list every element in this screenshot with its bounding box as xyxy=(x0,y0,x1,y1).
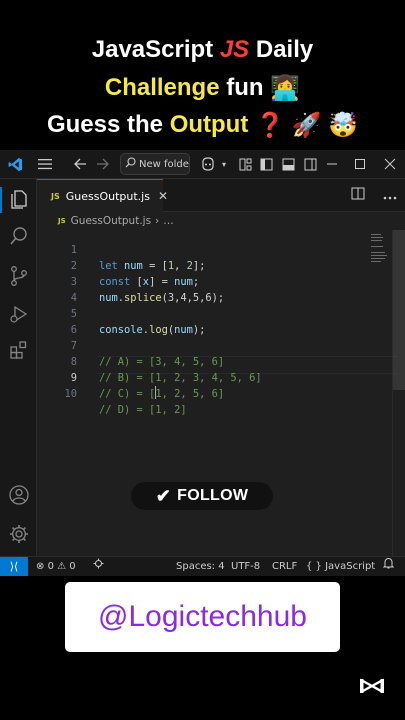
code-line-8: 8 // B) = [1, 2, 3, 4, 5, 6] xyxy=(37,338,367,384)
search-text: New folder xyxy=(139,158,190,170)
promo-line-3: Guess the Output ❓ 🚀 🤯 xyxy=(0,111,405,140)
toggle-panel-icon[interactable] xyxy=(280,155,296,173)
warning-count: 0 xyxy=(69,561,76,572)
promo-line-2: Challenge fun 👩‍💻 xyxy=(0,74,405,103)
toggle-secondary-sidebar-icon[interactable] xyxy=(302,155,318,173)
notifications-bell-icon[interactable] xyxy=(382,557,395,576)
code-line-4: 4 xyxy=(37,274,367,304)
question-mark-icon: ❓ xyxy=(255,112,285,140)
editor-actions xyxy=(351,187,397,204)
search-icon xyxy=(125,157,136,171)
hamburger-menu-icon[interactable] xyxy=(36,155,54,173)
maximize-icon[interactable] xyxy=(352,155,368,173)
code-line-9: 9 // C) = [1, 2, 5, 6] xyxy=(37,354,367,400)
error-icon: ⊗ xyxy=(36,561,45,572)
activity-bar xyxy=(0,179,37,556)
extensions-icon[interactable] xyxy=(8,339,30,361)
search-sidebar-icon[interactable] xyxy=(8,225,30,247)
minimize-icon[interactable] xyxy=(324,155,340,173)
status-bar: ⟩⟨ ⊗ 0 ⚠ 0 Spaces: 4 UTF-8 CRLF { } Java… xyxy=(0,556,405,576)
js-badge: JS xyxy=(219,36,250,63)
run-debug-icon[interactable] xyxy=(8,303,30,325)
vscode-logo-icon xyxy=(6,155,24,173)
promo-daily-text: Daily xyxy=(255,36,314,63)
explorer-icon[interactable] xyxy=(8,188,30,210)
promo-fun-text: fun xyxy=(226,74,264,101)
language-label: JavaScript xyxy=(325,561,376,572)
source-control-icon[interactable] xyxy=(8,265,30,287)
promo-guess-text: Guess the xyxy=(46,111,164,138)
language-mode[interactable]: { } JavaScript xyxy=(306,557,375,576)
technologist-icon: 👩‍💻 xyxy=(270,75,301,103)
tab-filename: GuessOutput.js xyxy=(65,189,150,203)
encoding-status[interactable]: UTF-8 xyxy=(231,557,260,576)
warning-icon: ⚠ xyxy=(57,561,67,572)
vscode-window: New folder ▾ JS GuessOutput.js ✕ JS Gues… xyxy=(0,150,405,576)
promo-line-1: JavaScript JS Daily xyxy=(0,36,405,64)
close-window-icon[interactable] xyxy=(382,155,398,173)
code-line-1: 1 let num = [1, 2]; xyxy=(37,226,367,272)
problems-indicator[interactable]: ⊗ 0 ⚠ 0 xyxy=(36,557,76,576)
indentation-status[interactable]: Spaces: 4 xyxy=(176,557,225,576)
scrollbar-thumb[interactable] xyxy=(393,230,405,390)
more-actions-icon[interactable] xyxy=(383,196,397,200)
promo-output-text: Output xyxy=(169,111,249,138)
code-line-2: 2 const [x] = num; xyxy=(37,242,367,288)
promo-challenge-text: Challenge xyxy=(104,74,220,101)
title-bar: New folder ▾ xyxy=(0,150,405,179)
active-indicator xyxy=(0,187,2,213)
error-count: 0 xyxy=(47,561,54,572)
minimap[interactable] xyxy=(371,234,389,264)
option-c: // C) = [1, 2, 5, 6] xyxy=(99,386,225,400)
follow-label: FOLLOW xyxy=(177,487,249,504)
line-number: 10 xyxy=(64,388,77,400)
code-line-5: 5 console.log(num); xyxy=(37,290,367,336)
channel-handle-banner: @Logictechhub xyxy=(65,582,340,652)
command-center-search[interactable]: New folder xyxy=(120,153,190,175)
editor-tabs: JS GuessOutput.js ✕ xyxy=(37,179,405,212)
code-line-10: 10 // D) = [1, 2] xyxy=(37,370,367,416)
vertical-scrollbar[interactable] xyxy=(392,230,405,556)
forward-arrow-icon[interactable] xyxy=(94,155,110,173)
copilot-icon[interactable] xyxy=(198,155,218,173)
rocket-icon: 🚀 xyxy=(291,112,322,140)
remote-window-icon[interactable]: ⟩⟨ xyxy=(0,557,28,576)
code-line-3: 3 num.splice(3,4,5,6); xyxy=(37,258,367,304)
tab-guessoutput[interactable]: JS GuessOutput.js ✕ xyxy=(37,179,168,212)
channel-handle: @Logictechhub xyxy=(98,600,307,633)
ports-icon[interactable] xyxy=(93,557,104,576)
option-d: // D) = [1, 2] xyxy=(99,404,187,416)
exploding-head-icon: 🤯 xyxy=(328,112,359,140)
promo-title: JavaScript JS Daily Challenge fun 👩‍💻 Gu… xyxy=(0,0,405,150)
breadcrumb-js-icon: JS xyxy=(58,217,66,225)
copilot-dropdown-icon[interactable]: ▾ xyxy=(220,155,228,173)
eol-status[interactable]: CRLF xyxy=(272,557,297,576)
accounts-icon[interactable] xyxy=(8,484,30,506)
code-line-6: 6 xyxy=(37,306,367,336)
checkmark-icon: ✔ xyxy=(155,485,172,506)
split-editor-icon[interactable] xyxy=(351,187,365,200)
customize-layout-icon[interactable] xyxy=(237,155,253,173)
promo-javascript-text: JavaScript xyxy=(91,36,214,63)
back-arrow-icon[interactable] xyxy=(72,155,88,173)
braces-icon: { } xyxy=(306,561,322,572)
code-line-7: 7 // A) = [3, 4, 5, 6] xyxy=(37,322,367,368)
js-file-icon: JS xyxy=(51,191,60,201)
toggle-primary-sidebar-icon[interactable] xyxy=(258,155,274,173)
close-tab-icon[interactable]: ✕ xyxy=(158,189,168,203)
capcut-logo-icon xyxy=(358,676,386,696)
follow-button[interactable]: ✔ FOLLOW xyxy=(131,482,273,510)
manage-gear-icon[interactable] xyxy=(8,523,30,545)
